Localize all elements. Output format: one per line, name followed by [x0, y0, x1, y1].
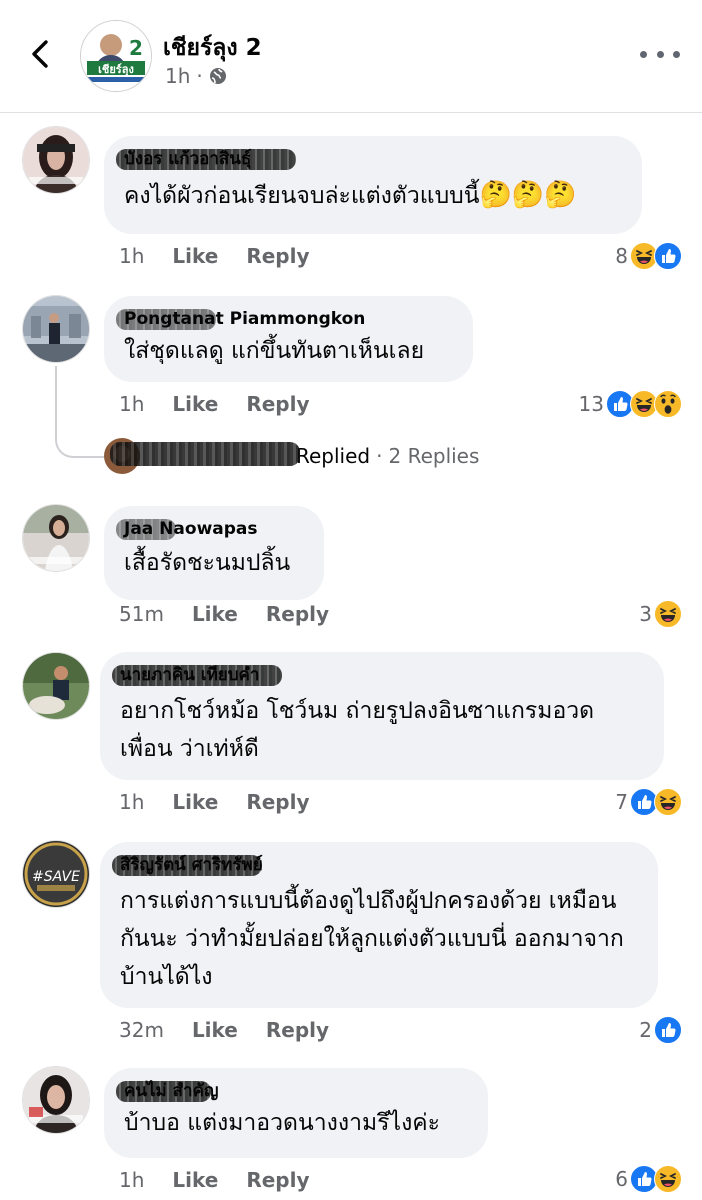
- avatar-number: 2: [129, 36, 143, 60]
- like-button[interactable]: Like: [172, 790, 218, 814]
- comment-actions: 1h Like Reply: [119, 244, 310, 268]
- comment-bubble[interactable]: Jaa Naowapas เสื้อรัดชะนมปลิ้น: [104, 506, 324, 600]
- wow-reaction-icon: [654, 390, 682, 418]
- reaction-count: 2: [639, 1018, 652, 1042]
- like-reaction-icon: [654, 242, 682, 270]
- like-button[interactable]: Like: [172, 244, 218, 268]
- reaction-count: 13: [578, 392, 604, 416]
- comment-actions: 1h Like Reply: [119, 392, 310, 416]
- comment-text: อยากโชว์หม้อ โชว์นม ถ่ายรูปลงอินซาแกรมอว…: [120, 698, 595, 762]
- reaction-summary[interactable]: 7: [580, 787, 682, 817]
- back-arrow-icon: [32, 40, 48, 68]
- comment-text: คงได้ผัวก่อนเรียนจบล่ะแต่งตัวแบบนี้🤔🤔🤔: [124, 180, 577, 210]
- back-button[interactable]: [22, 32, 58, 76]
- comment-author[interactable]: คนไม่ สำคัญ: [116, 1080, 468, 1102]
- reply-button[interactable]: Reply: [246, 1168, 309, 1192]
- comment-text: ใส่ชุดแลดู แก่ขึ้นทันตาเห็นเลย: [124, 338, 425, 364]
- reaction-summary[interactable]: 2: [610, 1015, 682, 1045]
- comment-author[interactable]: Jaa Naowapas: [116, 518, 304, 540]
- page-avatar[interactable]: 2 เชียร์ลุง: [80, 20, 152, 92]
- post-time: 1h: [165, 64, 191, 88]
- like-reaction-icon: [654, 1016, 682, 1044]
- reply-button[interactable]: Reply: [266, 1018, 329, 1042]
- page-logo-image: 2 เชียร์ลุง: [81, 21, 151, 91]
- avatar-brand-text: เชียร์ลุง: [98, 63, 134, 77]
- commenter-avatar[interactable]: #SAVE: [22, 840, 90, 908]
- comment-text: บ้าบอ แต่งมาอวดนางงามรึไงค่ะ: [124, 1110, 441, 1136]
- comment-author[interactable]: Pongtanat Piammongkon: [116, 308, 453, 330]
- comment-bubble[interactable]: บังอร แก้วอาสินธุ์ คงได้ผัวก่อนเรียนจบล่…: [104, 136, 642, 234]
- reaction-summary[interactable]: 6: [580, 1164, 682, 1194]
- page-name[interactable]: เชียร์ลุง 2: [163, 30, 262, 66]
- meta-separator: ·: [196, 64, 203, 88]
- like-button[interactable]: Like: [192, 1018, 238, 1042]
- reaction-count: 6: [615, 1167, 628, 1191]
- comment-actions: 51m Like Reply: [119, 602, 329, 626]
- reaction-summary[interactable]: 3: [600, 599, 682, 629]
- more-icon: [640, 50, 647, 58]
- redaction-scribble: [110, 442, 300, 466]
- comment-author[interactable]: นายภาคิน เทียบคำ: [112, 664, 644, 686]
- comment-actions: 32m Like Reply: [119, 1018, 329, 1042]
- post-meta: 1h ·: [165, 64, 227, 88]
- reaction-count: 7: [615, 790, 628, 814]
- comment-time: 51m: [119, 602, 164, 626]
- comment-bubble[interactable]: Pongtanat Piammongkon ใส่ชุดแลดู แก่ขึ้น…: [104, 296, 473, 382]
- comment-time: 1h: [119, 790, 145, 814]
- reply-button[interactable]: Reply: [246, 392, 309, 416]
- post-header: 2 เชียร์ลุง เชียร์ลุง 2 1h ·: [0, 0, 702, 113]
- comment-time: 1h: [119, 244, 145, 268]
- comment-time: 32m: [119, 1018, 164, 1042]
- commenter-avatar[interactable]: [22, 652, 90, 720]
- reaction-summary[interactable]: 8: [560, 241, 682, 271]
- like-button[interactable]: Like: [172, 392, 218, 416]
- comment-bubble[interactable]: คนไม่ สำคัญ บ้าบอ แต่งมาอวดนางงามรึไงค่ะ: [104, 1068, 488, 1158]
- globe-icon: [209, 68, 226, 84]
- comment-author[interactable]: บังอร แก้วอาสินธุ์: [116, 148, 622, 170]
- reply-button[interactable]: Reply: [246, 790, 309, 814]
- reply-button[interactable]: Reply: [266, 602, 329, 626]
- reaction-summary[interactable]: 13: [540, 389, 682, 419]
- commenter-avatar[interactable]: [22, 1066, 90, 1134]
- reply-thread-line: [55, 366, 105, 458]
- comment-author[interactable]: สิริญรัตน์ ศาริทรัพย์: [112, 854, 638, 876]
- comment-bubble[interactable]: นายภาคิน เทียบคำ อยากโชว์หม้อ โชว์นม ถ่า…: [100, 652, 664, 780]
- replies-summary[interactable]: Replied · 2 Replies: [296, 444, 479, 468]
- comment-text: การแต่งการแบบนี้ต้องดูไปถึงผู้ปกครองด้วย…: [120, 888, 624, 990]
- comment-actions: 1h Like Reply: [119, 790, 310, 814]
- comment-actions: 1h Like Reply: [119, 1168, 310, 1192]
- reaction-count: 3: [639, 602, 652, 626]
- comment-time: 1h: [119, 392, 145, 416]
- comment-bubble[interactable]: สิริญรัตน์ ศาริทรัพย์ การแต่งการแบบนี้ต้…: [100, 842, 658, 1008]
- reaction-count: 8: [615, 244, 628, 268]
- comment-text: เสื้อรัดชะนมปลิ้น: [124, 550, 291, 576]
- commenter-avatar[interactable]: [22, 295, 90, 363]
- comment-time: 1h: [119, 1168, 145, 1192]
- reply-button[interactable]: Reply: [246, 244, 309, 268]
- like-button[interactable]: Like: [172, 1168, 218, 1192]
- commenter-avatar[interactable]: [22, 504, 90, 572]
- haha-reaction-icon: [654, 600, 682, 628]
- haha-reaction-icon: [654, 788, 682, 816]
- more-options-button[interactable]: [640, 44, 680, 64]
- svg-text:#SAVE: #SAVE: [32, 869, 80, 885]
- thinking-emoji: 🤔🤔🤔: [479, 180, 577, 210]
- commenter-avatar[interactable]: [22, 126, 90, 194]
- like-button[interactable]: Like: [192, 602, 238, 626]
- haha-reaction-icon: [654, 1165, 682, 1193]
